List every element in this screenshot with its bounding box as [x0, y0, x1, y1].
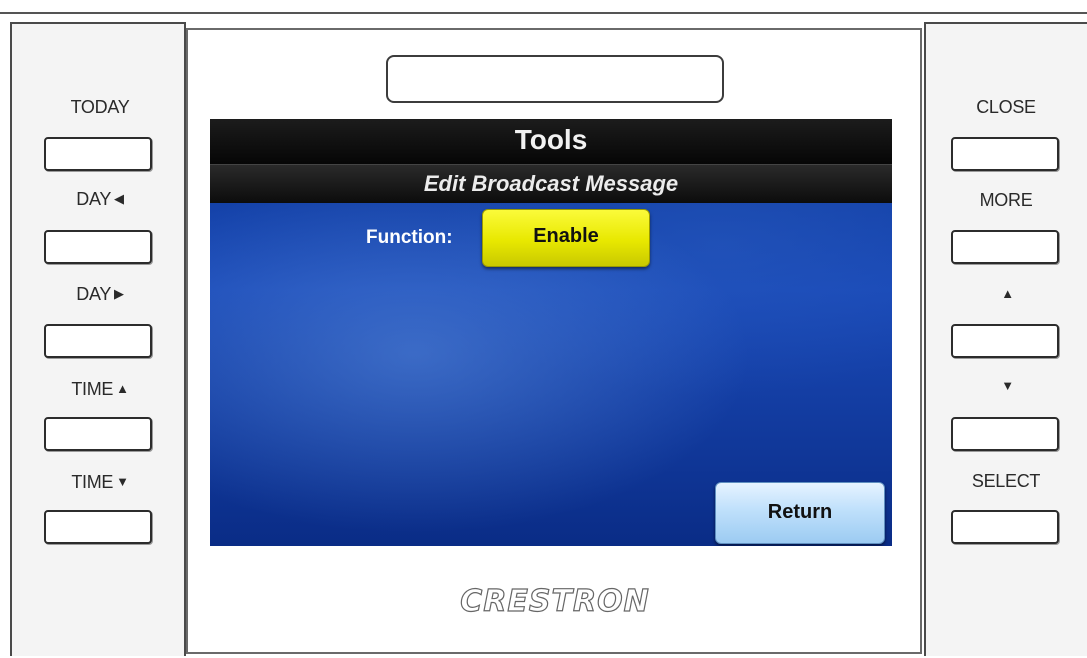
time-down-label: TIME ▼ — [71, 472, 129, 492]
top-edge-line — [0, 12, 1087, 14]
right-triangle-icon: ▶ — [114, 286, 124, 301]
up-triangle-icon: ▲ — [116, 381, 129, 396]
scroll-up-button[interactable] — [951, 324, 1059, 358]
close-button[interactable] — [951, 137, 1059, 171]
screen-title: Tools — [210, 119, 892, 164]
crestron-logo: CRESTRON — [460, 583, 650, 619]
down-triangle-icon: ▼ — [1001, 378, 1014, 393]
touch-screen: Tools Edit Broadcast Message Function: E… — [210, 119, 892, 546]
down-triangle-icon: ▼ — [116, 474, 129, 489]
time-down-button[interactable] — [44, 510, 152, 544]
screen-subtitle: Edit Broadcast Message — [210, 164, 892, 203]
today-label: TODAY — [70, 97, 130, 117]
return-button[interactable]: Return — [715, 482, 885, 544]
scroll-down-label: ▼ — [946, 376, 1066, 397]
time-up-label: TIME ▲ — [71, 379, 129, 399]
today-button[interactable] — [44, 137, 152, 171]
close-label: CLOSE — [976, 97, 1036, 117]
function-enable-button[interactable]: Enable — [482, 209, 650, 267]
scroll-up-label: ▲ — [946, 284, 1066, 305]
top-display-slot — [386, 55, 724, 103]
left-triangle-icon: ◀ — [114, 191, 124, 206]
up-triangle-icon: ▲ — [1001, 286, 1014, 301]
scroll-down-button[interactable] — [951, 417, 1059, 451]
function-label: Function: — [366, 227, 453, 248]
day-back-button[interactable] — [44, 230, 152, 264]
time-up-button[interactable] — [44, 417, 152, 451]
day-back-label: DAY ◀ — [76, 189, 124, 209]
day-forward-label: DAY ▶ — [76, 284, 124, 304]
more-button[interactable] — [951, 230, 1059, 264]
select-label: SELECT — [971, 471, 1041, 491]
select-button[interactable] — [951, 510, 1059, 544]
day-forward-button[interactable] — [44, 324, 152, 358]
more-label: MORE — [979, 190, 1033, 210]
